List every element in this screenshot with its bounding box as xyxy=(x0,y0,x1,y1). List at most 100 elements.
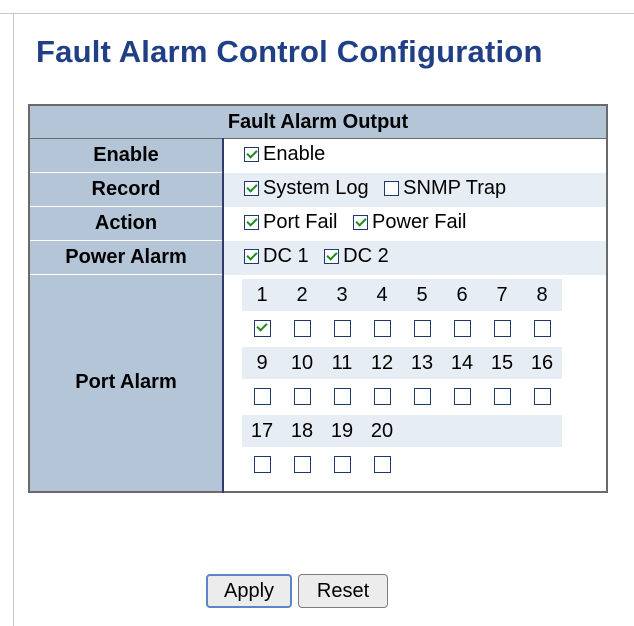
port-number-16: 16 xyxy=(522,346,562,379)
port-cell-20 xyxy=(362,447,402,483)
frame-left-border xyxy=(13,13,14,626)
dc2-label: DC 2 xyxy=(343,245,389,267)
port-number-12: 12 xyxy=(362,346,402,379)
frame-top-border xyxy=(0,13,634,14)
port-2-checkbox[interactable] xyxy=(293,320,311,337)
snmp-trap-option[interactable]: SNMP Trap xyxy=(384,177,506,200)
port-9-checkbox[interactable] xyxy=(253,388,271,405)
port-number-18: 18 xyxy=(282,414,322,447)
port-cell-18 xyxy=(282,447,322,483)
row-record: Record System Log SNMP Trap xyxy=(29,172,607,207)
page-title: Fault Alarm Control Configuration xyxy=(36,34,543,69)
port-cell-11 xyxy=(322,379,362,415)
port-5-checkbox[interactable] xyxy=(413,320,431,337)
port-number-empty xyxy=(482,414,522,447)
port-cell-17 xyxy=(242,447,282,483)
port-cell-6 xyxy=(442,311,482,347)
port-cell-14 xyxy=(442,379,482,415)
row-action: Action Port Fail Power Fail xyxy=(29,206,607,241)
port-4-checkbox[interactable] xyxy=(373,320,391,337)
row-power-alarm: Power Alarm DC 1 DC 2 xyxy=(29,240,607,275)
port-alarm-grid: 1 2 3 4 5 6 7 8 9 10 11 12 13 14 15 16 17 18 19 20 xyxy=(242,278,606,483)
port-17-checkbox[interactable] xyxy=(253,456,271,473)
port-cell-2 xyxy=(282,311,322,347)
port-cell-5 xyxy=(402,311,442,347)
port-number-4: 4 xyxy=(362,278,402,311)
dc1-option[interactable]: DC 1 xyxy=(244,245,309,268)
power-fail-option[interactable]: Power Fail xyxy=(353,211,467,234)
port-number-20: 20 xyxy=(362,414,402,447)
port-number-3: 3 xyxy=(322,278,362,311)
reset-button[interactable]: Reset xyxy=(298,574,388,608)
port-fail-checkbox[interactable] xyxy=(244,215,259,230)
port-11-checkbox[interactable] xyxy=(333,388,351,405)
port-18-checkbox[interactable] xyxy=(293,456,311,473)
port-3-checkbox[interactable] xyxy=(333,320,351,337)
snmp-trap-checkbox[interactable] xyxy=(384,181,400,196)
port-number-8: 8 xyxy=(522,278,562,311)
system-log-option[interactable]: System Log xyxy=(244,177,369,200)
port-cell-empty xyxy=(442,447,482,483)
port-number-19: 19 xyxy=(322,414,362,447)
port-number-1: 1 xyxy=(242,278,282,311)
enable-option-label: Enable xyxy=(263,143,326,166)
port-fail-option[interactable]: Port Fail xyxy=(244,211,337,234)
row-enable: Enable Enable xyxy=(29,138,607,173)
port-number-5: 5 xyxy=(402,278,442,311)
port-number-2: 2 xyxy=(282,278,322,311)
fault-alarm-table: Fault Alarm Output Enable Enable Record … xyxy=(28,104,608,493)
system-log-label: System Log xyxy=(263,177,369,199)
dc2-option[interactable]: DC 2 xyxy=(324,245,389,268)
label-port-alarm: Port Alarm xyxy=(29,274,224,492)
label-enable: Enable xyxy=(29,138,224,173)
port-16-checkbox[interactable] xyxy=(533,388,551,405)
port-number-empty xyxy=(522,414,562,447)
port-cell-empty xyxy=(402,447,442,483)
port-cell-13 xyxy=(402,379,442,415)
port-number-11: 11 xyxy=(322,346,362,379)
port-14-checkbox[interactable] xyxy=(453,388,471,405)
port-cell-10 xyxy=(282,379,322,415)
port-19-checkbox[interactable] xyxy=(333,456,351,473)
port-cell-16 xyxy=(522,379,562,415)
port-cell-7 xyxy=(482,311,522,347)
port-12-checkbox[interactable] xyxy=(373,388,391,405)
port-1-checkbox[interactable] xyxy=(253,320,271,337)
port-number-14: 14 xyxy=(442,346,482,379)
port-cell-4 xyxy=(362,311,402,347)
row-port-alarm: Port Alarm 1 2 3 4 5 6 7 8 9 10 11 12 13 14 15 16 17 18 19… xyxy=(29,274,607,492)
port-8-checkbox[interactable] xyxy=(533,320,551,337)
port-6-checkbox[interactable] xyxy=(453,320,471,337)
port-number-15: 15 xyxy=(482,346,522,379)
port-cell-19 xyxy=(322,447,362,483)
apply-button[interactable]: Apply xyxy=(206,574,292,608)
port-number-7: 7 xyxy=(482,278,522,311)
snmp-trap-label: SNMP Trap xyxy=(403,177,507,199)
power-fail-label: Power Fail xyxy=(372,211,467,233)
port-15-checkbox[interactable] xyxy=(493,388,511,405)
port-cell-9 xyxy=(242,379,282,415)
port-number-17: 17 xyxy=(242,414,282,447)
table-header: Fault Alarm Output xyxy=(29,105,607,139)
port-cell-8 xyxy=(522,311,562,347)
port-number-10: 10 xyxy=(282,346,322,379)
power-fail-checkbox[interactable] xyxy=(353,215,369,230)
enable-option[interactable]: Enable xyxy=(244,143,325,166)
label-record: Record xyxy=(29,172,224,207)
port-13-checkbox[interactable] xyxy=(413,388,431,405)
enable-checkbox[interactable] xyxy=(244,147,259,163)
port-number-9: 9 xyxy=(242,346,282,379)
port-number-6: 6 xyxy=(442,278,482,311)
port-number-13: 13 xyxy=(402,346,442,379)
port-cell-empty xyxy=(522,447,562,483)
port-10-checkbox[interactable] xyxy=(293,388,311,405)
label-power-alarm: Power Alarm xyxy=(29,240,224,275)
port-7-checkbox[interactable] xyxy=(493,320,511,337)
port-20-checkbox[interactable] xyxy=(373,456,391,473)
port-number-empty xyxy=(402,414,442,447)
dc1-checkbox[interactable] xyxy=(244,249,259,264)
port-cell-3 xyxy=(322,311,362,347)
port-cell-1 xyxy=(242,311,282,347)
dc2-checkbox[interactable] xyxy=(324,249,340,264)
system-log-checkbox[interactable] xyxy=(244,181,259,196)
